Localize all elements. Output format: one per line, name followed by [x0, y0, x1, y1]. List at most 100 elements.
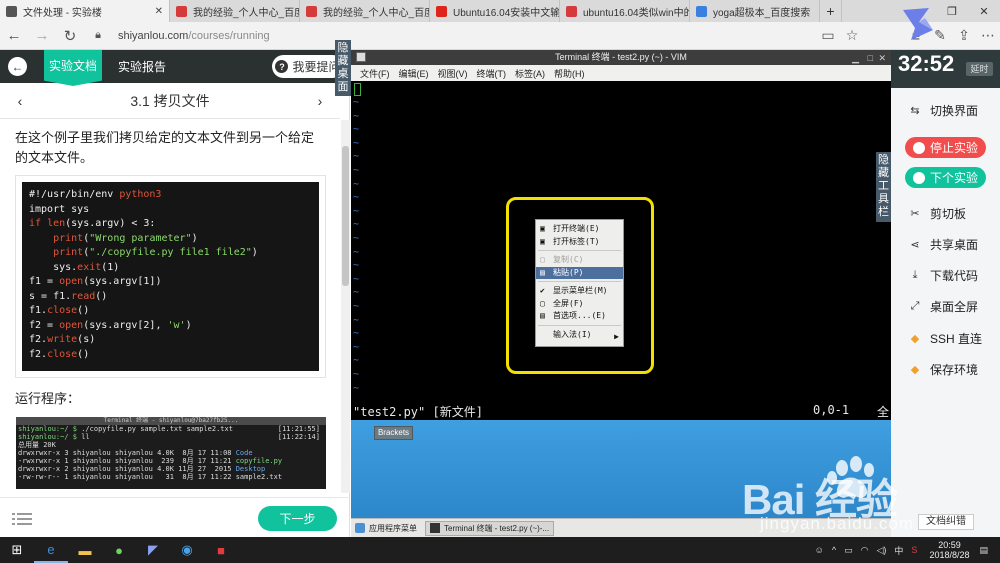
terminal-menu-item[interactable]: 标签(A) [515, 67, 545, 80]
switch-view-button[interactable]: ⇆ 切换界面 [907, 102, 978, 119]
terminal-menu-item[interactable]: 帮助(H) [554, 67, 585, 80]
reading-view-icon[interactable]: ▭ [816, 27, 840, 44]
ime-indicator[interactable]: 中 [894, 544, 903, 557]
tool-item[interactable]: ◆ 保存环境 [907, 361, 978, 378]
code-line: f2 = open(sys.argv[2], 'w') [29, 319, 312, 334]
favorite-star-icon[interactable]: ☆ [840, 27, 864, 44]
more-icon[interactable]: ⋯ [976, 27, 1000, 44]
browser-tab[interactable]: 我的经验_个人中心_百度经验 [300, 0, 430, 22]
browser-tab-strip: 文件处理 - 实验楼 ✕ 我的经验_个人中心_百度经验 我的经验_个人中心_百度经验 U… [0, 0, 1000, 22]
code-token: ) [191, 232, 198, 244]
browser-tab[interactable]: Ubuntu16.04安装中文输入法 [430, 0, 560, 22]
url-path: /courses/running [188, 29, 270, 42]
context-menu-item[interactable]: 输入法(I) ▶ [536, 329, 623, 341]
next-step-button[interactable]: 下一步 [258, 506, 337, 531]
menu-item-label: 首选项...(E) [553, 311, 606, 320]
code-token: "./copyfile.py file1 file2" [89, 247, 252, 258]
new-tab-button[interactable]: + [820, 0, 842, 22]
tab-lab-report[interactable]: 实验报告 [118, 58, 166, 75]
network-icon[interactable]: ◠ [861, 545, 869, 556]
doc-scrollbar-thumb[interactable] [342, 146, 349, 286]
minimize-icon[interactable]: ▁ [852, 51, 859, 66]
taskbar-terminal-item[interactable]: Terminal 终端 - test2.py (~)-... [425, 520, 555, 536]
back-icon[interactable]: ← [0, 27, 28, 44]
doc-content: 在这个例子里我们拷贝给定的文本文件到另一个给定的文本文件。 #!/usr/bin… [0, 120, 340, 495]
volume-icon[interactable]: ◁) [876, 545, 886, 556]
close-tab-icon[interactable]: ✕ [151, 6, 163, 17]
share-icon[interactable]: ⇪ [952, 27, 976, 44]
person-icon[interactable]: ☺ [815, 545, 824, 555]
context-menu-item[interactable]: ▢ 全屏(F) [536, 298, 623, 310]
tilde-marker: ~ [353, 260, 360, 272]
context-menu-item[interactable]: ▤ 粘贴(P) [536, 266, 623, 279]
applications-menu-icon [355, 523, 365, 533]
forward-icon[interactable]: → [28, 27, 56, 44]
tool-item[interactable]: ✂ 剪切板 [907, 205, 966, 222]
address-bar: ← → ↻ 🔒︎ shiyanlou.com/courses/running ▭… [0, 22, 1000, 50]
browser-tab[interactable]: 文件处理 - 实验楼 ✕ [0, 0, 170, 22]
tool-item[interactable]: ⤢ 桌面全屏 [907, 298, 978, 315]
terminal-menu-item[interactable]: 终端(T) [477, 67, 507, 80]
context-menu-item[interactable]: ▤ 首选项...(E) [536, 310, 623, 322]
tool-item[interactable]: ◆ SSH 直连 [907, 330, 982, 347]
back-arrow-icon[interactable]: ← [8, 57, 27, 76]
ask-question-button[interactable]: ? 我要提问 [272, 55, 344, 78]
hide-desktop-button[interactable]: 隐藏桌面 [335, 40, 351, 96]
vim-status-position: 0,0-1 [813, 403, 850, 417]
file-explorer-icon[interactable]: ▬ [68, 537, 102, 563]
tool-item[interactable]: ⋖ 共享桌面 [907, 236, 978, 253]
tab-favicon-icon [6, 5, 17, 17]
prev-section-icon[interactable]: ‹ [0, 93, 40, 109]
stop-lab-button[interactable]: 停止实验 [905, 137, 986, 158]
maximize-icon[interactable]: □ [868, 51, 873, 66]
browser-app-icon[interactable]: ◉ [170, 537, 204, 563]
terminal-menu-item[interactable]: 视图(V) [438, 67, 468, 80]
windows-start-icon[interactable]: ⊞ [0, 537, 34, 563]
submenu-arrow-icon: ▶ [614, 331, 619, 341]
close-window-button[interactable]: ✕ [968, 0, 1000, 22]
terminal-menu-item[interactable]: 编辑(E) [399, 67, 429, 80]
ask-question-label: 我要提问 [292, 60, 341, 74]
browser-tab[interactable]: ubuntu16.04类似win中的画 [560, 0, 690, 22]
edge-browser-icon[interactable]: e [34, 537, 68, 563]
brackets-desktop-icon[interactable]: Brackets [374, 426, 413, 440]
shiyanlou-app-icon[interactable]: ◤ [136, 537, 170, 563]
tilde-marker: ~ [353, 369, 360, 380]
terminal-menu-item[interactable]: 文件(F) [360, 67, 390, 80]
tray-expand-icon[interactable]: ^ [832, 545, 836, 555]
tool-item-label: 共享桌面 [930, 238, 979, 252]
wechat-icon[interactable]: ● [102, 537, 136, 563]
context-menu-item[interactable]: ▣ 打开标签(T) [536, 236, 623, 248]
vim-editor[interactable]: ~ ~ ~ ~ ~ ~ ~ ~ ~ ~ ~ ~ ~ ~ ~ ~ ~ ~ ~ ~ ~ ~ ▣ 打开终端(E) ▣ 打开标签(T) ▢… [351, 81, 891, 436]
sogou-icon[interactable]: S [911, 545, 917, 555]
code-line: s = f1.read() [29, 290, 312, 305]
system-clock[interactable]: 20:59 2018/8/28 [929, 540, 969, 560]
file-name: Code [235, 449, 253, 457]
tool-item[interactable]: ⤓ 下载代码 [907, 267, 978, 284]
tilde-marker: ~ [353, 382, 360, 394]
close-icon[interactable]: ✕ [878, 51, 886, 66]
tab-lab-document[interactable]: 实验文档 [44, 50, 102, 86]
timestamp: [11:21:55] [277, 425, 320, 433]
code-token: exit [77, 261, 102, 273]
terminal-menubar: 文件(F) 编辑(E) 视图(V) 终端(T) 标签(A) 帮助(H) [351, 65, 891, 81]
list-menu-icon[interactable] [12, 512, 32, 526]
terminal-output-title: Terminal 终端 - shiyanlou@7ba27fb25... [16, 417, 326, 425]
context-menu-item[interactable]: ✔ 显示菜单栏(M) [536, 285, 623, 297]
next-section-icon[interactable]: › [300, 93, 340, 109]
hide-toolbar-button[interactable]: 隐藏工具栏 [876, 152, 891, 222]
code-token: f1. [29, 305, 48, 316]
browser-tab[interactable]: yoga超极本_百度搜索 [690, 0, 820, 22]
url-field[interactable]: shiyanlou.com/courses/running [118, 30, 808, 42]
applications-menu[interactable]: 应用程序菜单 [355, 523, 417, 534]
browser-tab[interactable]: 我的经验_个人中心_百度经验 [170, 0, 300, 22]
extend-time-button[interactable]: 延时 [966, 62, 993, 76]
red-app-icon[interactable]: ■ [204, 537, 238, 563]
tab-label: ubuntu16.04类似win中的画 [583, 7, 689, 19]
tab-label: yoga超极本_百度搜索 [713, 7, 811, 19]
refresh-icon[interactable]: ↻ [56, 27, 84, 45]
next-lab-button[interactable]: 下个实验 [905, 167, 986, 188]
notification-icon[interactable]: ▤ [979, 545, 988, 556]
context-menu: ▣ 打开终端(E) ▣ 打开标签(T) ▢ 复制(C) ▤ 粘贴(P) ✔ 显示菜单栏(M) ▢ 全屏… [535, 219, 624, 347]
context-menu-item[interactable]: ▣ 打开终端(E) [536, 223, 623, 235]
